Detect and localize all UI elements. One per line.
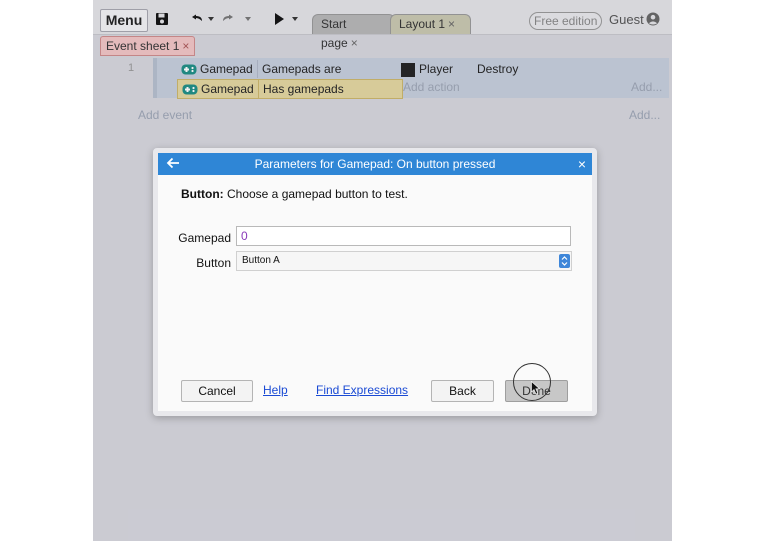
tab-event-sheet-1[interactable]: Event sheet 1 ×: [100, 36, 196, 56]
parameter-description: Button: Choose a gamepad button to test.: [181, 187, 408, 201]
action-text: Destroy: [477, 62, 519, 76]
tab-close-icon[interactable]: ×: [448, 17, 455, 31]
cancel-button[interactable]: Cancel: [181, 380, 253, 402]
condition-object-name: Gamepad: [201, 82, 254, 96]
condition-row[interactable]: Gamepad Gamepads are supported: [177, 60, 401, 94]
guest-label[interactable]: Guest: [609, 12, 644, 27]
tab-label: Event sheet 1: [106, 39, 180, 53]
tab-close-icon[interactable]: ×: [351, 36, 358, 50]
condition-object: Gamepad: [177, 60, 257, 78]
add-more-link[interactable]: Add...: [631, 80, 662, 94]
redo-icon[interactable]: [222, 14, 236, 24]
dialog-header: Parameters for Gamepad: On button presse…: [158, 153, 592, 175]
mouse-cursor-icon: [531, 381, 541, 395]
close-icon[interactable]: ×: [578, 153, 586, 175]
select-arrows-icon: [559, 254, 570, 268]
button-select-value: Button A: [242, 255, 280, 266]
button-label: Button: [196, 256, 231, 270]
play-icon[interactable]: [274, 13, 284, 25]
parameter-help: Choose a gamepad button to test.: [223, 187, 408, 201]
condition-row-selected[interactable]: Gamepad Has gamepads: [177, 79, 403, 99]
event-block[interactable]: Gamepad Gamepads are supported Gamepad H…: [153, 58, 669, 99]
find-expressions-link[interactable]: Find Expressions: [316, 380, 408, 400]
gamepad-icon: [182, 84, 198, 95]
gamepad-input[interactable]: 0: [236, 226, 571, 246]
redo-dropdown-icon[interactable]: [245, 17, 251, 21]
event-number: 1: [128, 62, 135, 74]
save-icon[interactable]: [155, 12, 169, 26]
parameters-dialog: Parameters for Gamepad: On button presse…: [153, 148, 597, 416]
tab-start-page[interactable]: Start page ×: [312, 14, 395, 50]
user-icon[interactable]: [646, 12, 660, 26]
play-dropdown-icon[interactable]: [292, 17, 298, 21]
condition-object-name: Gamepad: [200, 62, 253, 76]
condition-object: Gamepad: [178, 80, 258, 98]
menu-button[interactable]: Menu: [100, 9, 148, 32]
undo-icon[interactable]: [189, 14, 203, 24]
condition-text: Gamepads are supported: [257, 60, 401, 94]
gamepad-label: Gamepad: [178, 231, 231, 245]
add-more-link[interactable]: Add...: [629, 108, 660, 122]
action-row[interactable]: Player Destroy: [399, 60, 665, 78]
free-edition-badge[interactable]: Free edition: [529, 12, 603, 30]
back-button[interactable]: Back: [431, 380, 494, 402]
undo-dropdown-icon[interactable]: [208, 17, 214, 21]
tab-label: Layout 1: [399, 17, 446, 31]
add-event-link[interactable]: Add event: [138, 108, 192, 122]
help-link[interactable]: Help: [263, 380, 288, 400]
tab-close-icon[interactable]: ×: [182, 39, 189, 53]
add-action-link[interactable]: Add action: [403, 80, 460, 94]
toolbar: Menu Start page × Layout 1 × Free editio…: [93, 0, 672, 50]
dialog-title: Parameters for Gamepad: On button presse…: [254, 157, 496, 171]
button-select[interactable]: Button A: [236, 251, 572, 271]
tab-label: Start page: [321, 17, 348, 50]
gamepad-icon: [181, 64, 197, 75]
player-icon: [401, 62, 415, 77]
condition-text: Has gamepads: [258, 80, 402, 98]
tab-layout-1[interactable]: Layout 1 ×: [390, 14, 471, 34]
parameter-name: Button:: [181, 187, 224, 201]
action-object-name: Player: [419, 62, 454, 76]
